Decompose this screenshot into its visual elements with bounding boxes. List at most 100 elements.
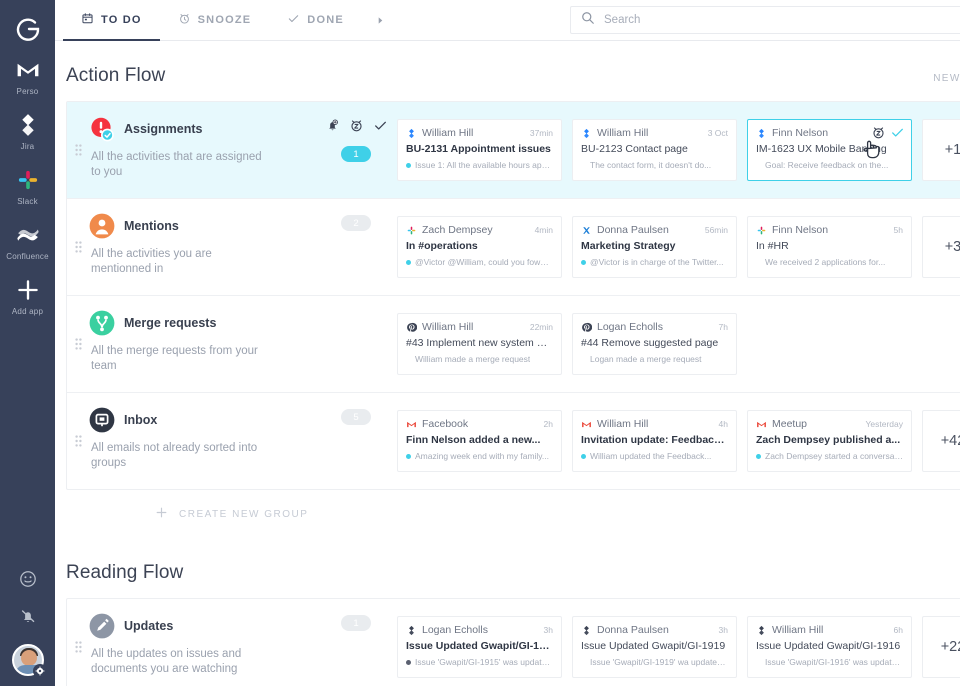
drag-handle-icon[interactable] xyxy=(67,393,89,489)
bell-off-icon[interactable] xyxy=(19,607,37,630)
status-badge: 5 xyxy=(341,409,371,425)
search-icon xyxy=(581,11,595,30)
message-card[interactable]: Finn Nelson 5h In #HR We received 2 appl… xyxy=(747,216,912,278)
card-preview-text: William updated the Feedback... xyxy=(590,451,712,461)
unread-dot xyxy=(581,259,586,265)
check-icon[interactable] xyxy=(890,125,905,145)
group-row[interactable]: Updates All the updates on issues and do… xyxy=(67,599,960,686)
slack-icon xyxy=(15,165,41,195)
card-preview-text: Goal: Receive feedback on the... xyxy=(765,160,889,170)
new-only-toggle[interactable]: New only xyxy=(933,73,960,84)
sidebar-app-confluence[interactable]: Confluence xyxy=(0,220,55,262)
card-title: Issue Updated Gwapit/GI-1916 xyxy=(756,640,901,652)
card-timestamp: Yesterday xyxy=(865,419,904,429)
group-row[interactable]: Inbox All emails not already sorted into… xyxy=(67,393,960,489)
twitter-x-icon xyxy=(581,225,592,236)
card-sender: Donna Paulsen xyxy=(597,624,669,636)
card-preview-text: Zach Dempsey started a conversation... xyxy=(765,451,903,461)
more-cards-button[interactable]: +1 xyxy=(922,119,960,181)
message-card[interactable]: William Hill 3 Oct BU-2123 Contact page … xyxy=(572,119,737,181)
message-card[interactable]: Facebook 2h Finn Nelson added a new... A… xyxy=(397,410,562,472)
group-row[interactable]: Assignments All the activities that are … xyxy=(67,102,960,199)
group-actions: 2 xyxy=(315,199,397,295)
message-card[interactable]: William Hill 6h Issue Updated Gwapit/GI-… xyxy=(747,616,912,678)
group-title-row: Inbox xyxy=(89,407,305,433)
card-header: William Hill 3 Oct xyxy=(581,127,728,139)
drag-handle-icon[interactable] xyxy=(67,199,89,295)
bell-add-icon[interactable] xyxy=(325,118,340,138)
drag-handle-icon[interactable] xyxy=(67,296,89,392)
caret-right-icon[interactable] xyxy=(362,0,399,40)
card-preview-text: The contact form, it doesn't do... xyxy=(590,160,712,170)
message-card[interactable]: Zach Dempsey 4min In #operations @Victor… xyxy=(397,216,562,278)
top-bar: To do Snooze Done xyxy=(55,0,960,41)
sidebar-app-jira[interactable]: Jira xyxy=(0,110,55,152)
card-title: Invitation update: Feedback... xyxy=(581,434,728,446)
snooze-icon[interactable] xyxy=(349,118,364,138)
group-cards: Facebook 2h Finn Nelson added a new... A… xyxy=(397,393,960,489)
create-new-group-button[interactable]: Create new group xyxy=(55,490,960,538)
gear-icon[interactable] xyxy=(32,664,47,678)
card-timestamp: 56min xyxy=(704,225,728,235)
message-card[interactable]: Finn Nelson IM-1623 UX Mobile Banking Go… xyxy=(747,119,912,181)
drag-handle-icon[interactable] xyxy=(67,102,89,198)
card-preview: The contact form, it doesn't do... xyxy=(581,160,728,170)
message-card[interactable]: William Hill 4h Invitation update: Feedb… xyxy=(572,410,737,472)
sidebar-app-list: Perso Jira Slack Confluence Add app xyxy=(0,55,55,330)
card-sender: Logan Echolls xyxy=(597,321,663,333)
group-row[interactable]: Merge requests All the merge requests fr… xyxy=(67,296,960,393)
flows-container: Action Flow New only xyxy=(55,41,960,686)
view-tabs: To do Snooze Done xyxy=(55,0,362,41)
tab-snooze[interactable]: Snooze xyxy=(160,0,270,40)
message-card[interactable]: Donna Paulsen 56min Marketing Strategy @… xyxy=(572,216,737,278)
sidebar-app-perso[interactable]: Perso xyxy=(0,55,55,97)
card-timestamp: 4min xyxy=(534,225,553,235)
message-card[interactable]: Logan Echolls 7h #44 Remove suggested pa… xyxy=(572,313,737,375)
avatar[interactable] xyxy=(11,644,47,678)
card-preview-text: We received 2 applications for... xyxy=(765,257,886,267)
card-preview: Zach Dempsey started a conversation... xyxy=(756,451,903,461)
sidebar-app-slack[interactable]: Slack xyxy=(0,165,55,207)
message-card[interactable]: Logan Echolls 3h Issue Updated Gwapit/GI… xyxy=(397,616,562,678)
card-timestamp: 2h xyxy=(543,419,553,429)
jira-icon xyxy=(581,625,592,636)
snooze-icon[interactable] xyxy=(871,125,886,145)
sidebar-app-add-app[interactable]: Add app xyxy=(0,275,55,317)
group-title-row: Merge requests xyxy=(89,310,305,336)
more-cards-button[interactable]: +22 xyxy=(922,616,960,678)
unread-dot xyxy=(406,259,411,265)
group-cards: Zach Dempsey 4min In #operations @Victor… xyxy=(397,199,960,295)
group-row[interactable]: Mentions All the activities you are ment… xyxy=(67,199,960,296)
card-title: Zach Dempsey published a... xyxy=(756,434,901,446)
gwapit-logo-icon[interactable] xyxy=(8,9,48,49)
tab-done[interactable]: Done xyxy=(269,0,362,40)
drag-handle-icon[interactable] xyxy=(67,599,89,686)
message-card[interactable]: William Hill 37min BU-2131 Appointment i… xyxy=(397,119,562,181)
card-preview: Issue 'Gwapit/GI-1919' wa updated by... xyxy=(581,657,728,667)
create-new-group-label: Create new group xyxy=(179,508,309,520)
tab-to-do[interactable]: To do xyxy=(63,0,160,41)
check-icon[interactable] xyxy=(373,118,388,138)
group-actions: 5 xyxy=(315,393,397,489)
more-cards-button[interactable]: +42 xyxy=(922,410,960,472)
message-card[interactable]: William Hill 22min #43 Implement new sys… xyxy=(397,313,562,375)
alarm-clock-icon xyxy=(178,12,191,28)
card-preview: William updated the Feedback... xyxy=(581,451,728,461)
message-card[interactable]: Donna Paulsen 3h Issue Updated Gwapit/GI… xyxy=(572,616,737,678)
card-hover-actions xyxy=(871,125,905,145)
card-header: Facebook 2h xyxy=(406,418,553,430)
smiley-icon[interactable] xyxy=(19,570,37,593)
search-box[interactable] xyxy=(570,6,960,34)
more-cards-button[interactable]: +3 xyxy=(922,216,960,278)
github-icon xyxy=(406,322,417,333)
group-name: Assignments xyxy=(124,122,203,136)
message-card[interactable]: Meetup Yesterday Zach Dempsey published … xyxy=(747,410,912,472)
card-preview: William made a merge request xyxy=(406,354,553,364)
search-input[interactable] xyxy=(604,14,960,26)
flow-group-list: Assignments All the activities that are … xyxy=(66,101,960,490)
card-sender: William Hill xyxy=(597,127,649,139)
card-sender: Facebook xyxy=(422,418,469,430)
slack-icon xyxy=(406,225,417,236)
card-title: #43 Implement new system note... xyxy=(406,337,553,349)
group-cards: William Hill 22min #43 Implement new sys… xyxy=(397,296,960,392)
